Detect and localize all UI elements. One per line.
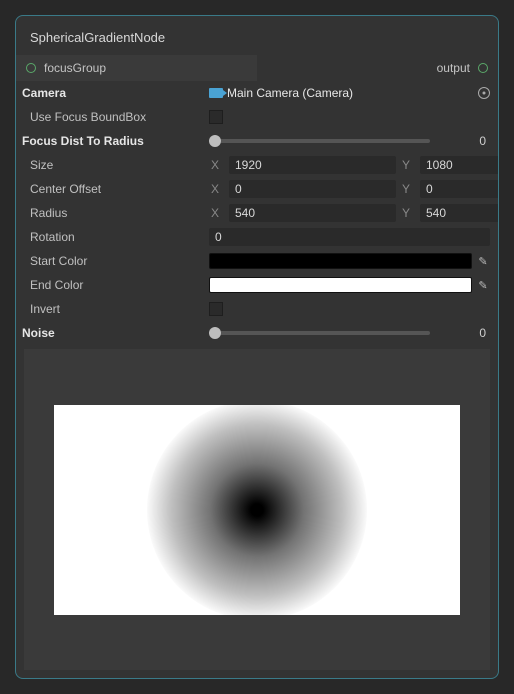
node-panel: SphericalGradientNode focusGroup output … <box>15 15 499 679</box>
use-bbox-label: Use Focus BoundBox <box>16 110 209 124</box>
start-color-label: Start Color <box>16 254 209 268</box>
axis-x-label: X <box>209 158 225 172</box>
focus-dist-value[interactable]: 0 <box>438 134 490 148</box>
radius-y-input[interactable] <box>420 204 499 222</box>
center-offset-label: Center Offset <box>16 182 209 196</box>
center-offset-row: Center Offset X Y <box>16 177 490 201</box>
end-color-row: End Color ✎ <box>16 273 490 297</box>
slider-handle-icon[interactable] <box>209 327 221 339</box>
camera-field[interactable]: Main Camera (Camera) <box>209 86 490 100</box>
use-bbox-row: Use Focus BoundBox <box>16 105 490 129</box>
preview-area <box>24 349 490 670</box>
size-row: Size X Y <box>16 153 490 177</box>
start-color-swatch[interactable] <box>209 253 472 269</box>
output-port-label: output <box>437 61 470 75</box>
rotation-row: Rotation <box>16 225 490 249</box>
slider-handle-icon[interactable] <box>209 135 221 147</box>
eyedropper-icon[interactable]: ✎ <box>476 278 490 292</box>
end-color-swatch[interactable] <box>209 277 472 293</box>
eyedropper-icon[interactable]: ✎ <box>476 254 490 268</box>
properties-panel: Camera Main Camera (Camera) Use Focus Bo… <box>16 81 498 345</box>
use-bbox-checkbox[interactable] <box>209 110 223 124</box>
camera-value: Main Camera (Camera) <box>227 86 474 100</box>
focus-dist-row: Focus Dist To Radius 0 <box>16 129 490 153</box>
rotation-input[interactable] <box>209 228 490 246</box>
invert-checkbox[interactable] <box>209 302 223 316</box>
axis-x-label: X <box>209 206 225 220</box>
port-dot-icon <box>478 63 488 73</box>
rotation-label: Rotation <box>16 230 209 244</box>
radius-row: Radius X Y <box>16 201 490 225</box>
noise-slider[interactable] <box>209 331 430 335</box>
size-y-input[interactable] <box>420 156 499 174</box>
output-port[interactable]: output <box>257 55 498 81</box>
gradient-preview-icon <box>147 405 367 615</box>
camera-row: Camera Main Camera (Camera) <box>16 81 490 105</box>
radius-label: Radius <box>16 206 209 220</box>
focus-dist-label: Focus Dist To Radius <box>16 134 209 148</box>
input-port[interactable]: focusGroup <box>16 55 257 81</box>
start-color-row: Start Color ✎ <box>16 249 490 273</box>
radius-x-input[interactable] <box>229 204 396 222</box>
end-color-label: End Color <box>16 278 209 292</box>
axis-x-label: X <box>209 182 225 196</box>
invert-label: Invert <box>16 302 209 316</box>
noise-label: Noise <box>16 326 209 340</box>
focus-dist-slider[interactable] <box>209 139 430 143</box>
node-title: SphericalGradientNode <box>16 16 498 55</box>
input-port-label: focusGroup <box>44 61 106 75</box>
camera-label: Camera <box>16 86 209 100</box>
port-dot-icon <box>26 63 36 73</box>
axis-y-label: Y <box>400 182 416 196</box>
center-y-input[interactable] <box>420 180 499 198</box>
invert-row: Invert <box>16 297 490 321</box>
noise-value[interactable]: 0 <box>438 326 490 340</box>
camera-icon <box>209 88 223 98</box>
size-label: Size <box>16 158 209 172</box>
size-x-input[interactable] <box>229 156 396 174</box>
axis-y-label: Y <box>400 158 416 172</box>
center-x-input[interactable] <box>229 180 396 198</box>
ports-row: focusGroup output <box>16 55 498 81</box>
axis-y-label: Y <box>400 206 416 220</box>
noise-row: Noise 0 <box>16 321 490 345</box>
preview-canvas <box>54 405 460 615</box>
object-picker-icon[interactable] <box>478 87 490 99</box>
